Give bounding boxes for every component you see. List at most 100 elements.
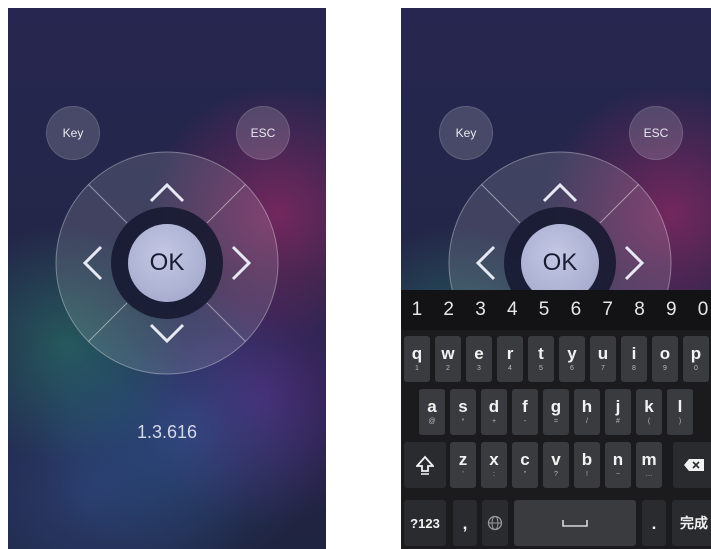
key-alt: 2 bbox=[446, 365, 450, 372]
key-letter: k bbox=[644, 397, 654, 416]
letter-key[interactable]: a @ bbox=[419, 389, 445, 435]
dpad-up-arrow-icon[interactable] bbox=[542, 181, 578, 203]
key-letter: l bbox=[677, 397, 683, 416]
key-letter: s bbox=[458, 397, 468, 416]
letter-key[interactable]: z ' bbox=[450, 442, 476, 488]
letter-key[interactable]: j # bbox=[605, 389, 631, 435]
key-letter: b bbox=[581, 450, 593, 469]
globe-icon bbox=[487, 515, 503, 531]
key-alt: 4 bbox=[508, 365, 512, 372]
key-alt: # bbox=[616, 418, 620, 425]
key-letter: j bbox=[615, 397, 621, 416]
key-alt: 9 bbox=[663, 365, 667, 372]
letter-key[interactable]: s * bbox=[450, 389, 476, 435]
remote-screen-left: Key ESC OK 1.3.616 bbox=[8, 8, 326, 549]
letter-key[interactable]: p0 bbox=[683, 336, 709, 382]
letter-key[interactable]: g = bbox=[543, 389, 569, 435]
key-letter: o bbox=[659, 344, 671, 363]
dpad-right-arrow-icon[interactable] bbox=[231, 245, 253, 281]
key-alt: 0 bbox=[694, 365, 698, 372]
number-key[interactable]: 7 bbox=[592, 290, 624, 330]
shift-arrow-icon bbox=[416, 455, 434, 475]
number-key[interactable]: 4 bbox=[496, 290, 528, 330]
letter-key[interactable]: t5 bbox=[528, 336, 554, 382]
key-letter: m bbox=[641, 450, 657, 469]
key-alt: - bbox=[523, 418, 527, 425]
key-letter: x bbox=[489, 450, 499, 469]
number-key[interactable]: 5 bbox=[528, 290, 560, 330]
comma-key[interactable]: , bbox=[453, 500, 477, 546]
key-alt: 5 bbox=[539, 365, 543, 372]
space-key[interactable] bbox=[514, 500, 636, 546]
key-letter: f bbox=[522, 397, 528, 416]
key-letter: g bbox=[550, 397, 562, 416]
key-letter: n bbox=[612, 450, 624, 469]
letter-key[interactable]: n ~ bbox=[605, 442, 631, 488]
letter-key[interactable]: l) bbox=[667, 389, 693, 435]
key-letter: p bbox=[690, 344, 702, 363]
letter-key[interactable]: h / bbox=[574, 389, 600, 435]
key-alt: ! bbox=[586, 471, 588, 478]
key-alt: 1 bbox=[415, 365, 419, 372]
letter-key[interactable]: c " bbox=[512, 442, 538, 488]
number-key[interactable]: 3 bbox=[465, 290, 497, 330]
key-letter: r bbox=[506, 344, 514, 363]
ok-button[interactable]: OK bbox=[128, 224, 206, 302]
language-key[interactable] bbox=[482, 500, 508, 546]
key-letter: u bbox=[597, 344, 609, 363]
letter-key[interactable]: m… bbox=[636, 442, 662, 488]
letter-key[interactable]: w2 bbox=[435, 336, 461, 382]
dpad-right-arrow-icon[interactable] bbox=[624, 245, 646, 281]
backspace-icon bbox=[684, 459, 704, 471]
key-alt: 6 bbox=[570, 365, 574, 372]
number-row: 1 2 3 4 5 6 7 8 9 0 bbox=[401, 290, 711, 330]
key-alt: ~ bbox=[615, 471, 621, 478]
letter-key[interactable]: d + bbox=[481, 389, 507, 435]
key-alt: " bbox=[523, 471, 527, 478]
symbols-key[interactable]: ?123 bbox=[404, 500, 446, 546]
dpad-left-arrow-icon[interactable] bbox=[81, 245, 103, 281]
number-key[interactable]: 8 bbox=[624, 290, 656, 330]
letter-key[interactable]: r4 bbox=[497, 336, 523, 382]
shift-key[interactable] bbox=[404, 442, 446, 488]
number-key[interactable]: 6 bbox=[560, 290, 592, 330]
number-key[interactable]: 1 bbox=[401, 290, 433, 330]
key-letter: q bbox=[411, 344, 423, 363]
key-letter: c bbox=[520, 450, 530, 469]
letter-key[interactable]: y6 bbox=[559, 336, 585, 382]
number-key[interactable]: 2 bbox=[433, 290, 465, 330]
key-letter: h bbox=[581, 397, 593, 416]
dpad-left-arrow-icon[interactable] bbox=[474, 245, 496, 281]
key-letter: w bbox=[441, 344, 455, 363]
letter-key[interactable]: u7 bbox=[590, 336, 616, 382]
key-letter: i bbox=[631, 344, 637, 363]
letter-key[interactable]: v? bbox=[543, 442, 569, 488]
key-alt: = bbox=[553, 418, 559, 425]
key-letter: v bbox=[551, 450, 561, 469]
key-letter: e bbox=[474, 344, 484, 363]
key-letter: z bbox=[458, 450, 468, 469]
key-alt: 7 bbox=[601, 365, 605, 372]
remote-screen-right: Key ESC OK 1 2 3 4 5 6 7 8 9 0 q 1 w 2 e… bbox=[401, 8, 711, 549]
dpad-up-arrow-icon[interactable] bbox=[149, 181, 185, 203]
key-alt: + bbox=[491, 418, 497, 425]
dpad-down-arrow-icon[interactable] bbox=[149, 323, 185, 345]
letter-key[interactable]: k( bbox=[636, 389, 662, 435]
letter-key[interactable]: b! bbox=[574, 442, 600, 488]
letter-key[interactable]: x: bbox=[481, 442, 507, 488]
letter-key[interactable]: e3 bbox=[466, 336, 492, 382]
soft-keyboard: 1 2 3 4 5 6 7 8 9 0 q1 w2 e3 r4 t5 y6 u7… bbox=[401, 290, 711, 549]
letter-key[interactable]: o9 bbox=[652, 336, 678, 382]
backspace-key[interactable] bbox=[673, 442, 711, 488]
number-key[interactable]: 0 bbox=[687, 290, 711, 330]
key-alt: 8 bbox=[632, 365, 636, 372]
period-key[interactable]: . bbox=[642, 500, 666, 546]
key-letter: y bbox=[567, 344, 577, 363]
done-key[interactable]: 完成 bbox=[672, 500, 711, 546]
letter-key[interactable]: f- bbox=[512, 389, 538, 435]
number-key[interactable]: 9 bbox=[655, 290, 687, 330]
key-letter: a bbox=[427, 397, 437, 416]
letter-key[interactable]: q1 bbox=[404, 336, 430, 382]
key-alt: ? bbox=[554, 471, 558, 478]
letter-key[interactable]: i8 bbox=[621, 336, 647, 382]
